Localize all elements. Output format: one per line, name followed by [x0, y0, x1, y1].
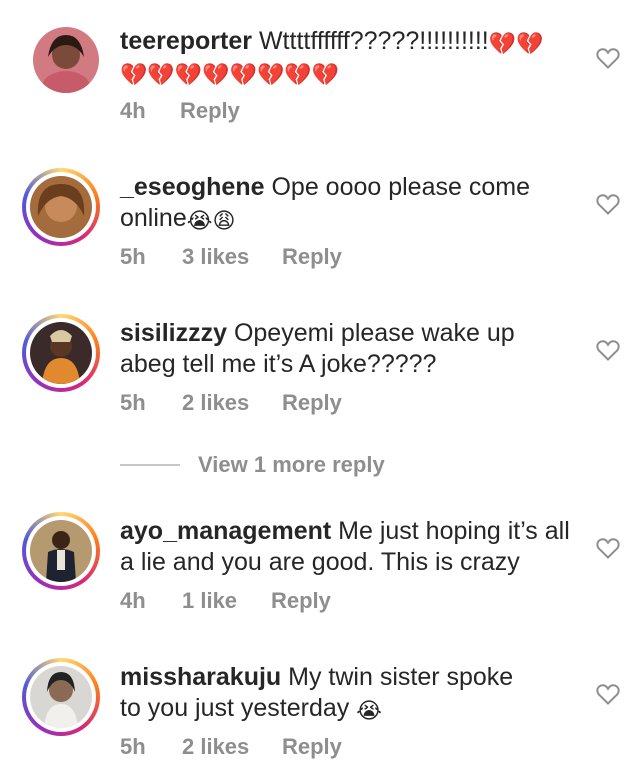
comment-item: teereporter Wttttffffff?????!!!!!!!!!!💔💔…: [0, 0, 628, 140]
avatar-photo: [30, 666, 92, 728]
comment-body: teereporter Wttttffffff?????!!!!!!!!!!💔💔…: [120, 26, 575, 88]
comment-item: ayo_management Me just hoping it’s all a…: [0, 484, 628, 634]
reply-button[interactable]: Reply: [271, 588, 331, 614]
comment-time: 4h: [120, 98, 146, 123]
view-more-replies[interactable]: View 1 more reply: [120, 451, 385, 479]
avatar[interactable]: [22, 168, 100, 246]
avatar-photo: [33, 27, 99, 93]
comment-time: 5h: [120, 390, 146, 415]
comment-time: 4h: [120, 588, 146, 613]
heart-outline-icon[interactable]: [596, 47, 620, 69]
heart-outline-icon[interactable]: [596, 339, 620, 361]
avatar[interactable]: [22, 314, 100, 392]
likes-count[interactable]: 1 like: [182, 588, 271, 614]
divider-line: [120, 464, 180, 466]
comment-meta: 4h Reply: [120, 98, 240, 124]
comment-username[interactable]: sisilizzzy: [120, 319, 227, 347]
comment-time: 5h: [120, 734, 146, 759]
comment-username[interactable]: ayo_management: [120, 517, 331, 545]
comment-text: Wttttffffff?????!!!!!!!!!!: [258, 27, 489, 55]
comment-item: sisilizzzy Opeyemi please wake up abeg t…: [0, 286, 628, 436]
avatar[interactable]: [22, 512, 100, 590]
avatar-photo: [30, 520, 92, 582]
comment-item: _eseoghene Ope oooo please come online😭😩…: [0, 140, 628, 280]
avatar[interactable]: [33, 27, 99, 93]
likes-count[interactable]: 2 likes: [182, 390, 282, 416]
comment-time: 5h: [120, 244, 146, 269]
comment-meta: 5h 2 likes Reply: [120, 734, 342, 760]
avatar-photo: [30, 176, 92, 238]
reply-button[interactable]: Reply: [282, 390, 342, 416]
likes-count[interactable]: 2 likes: [182, 734, 282, 760]
comment-username[interactable]: missharakuju: [120, 663, 281, 691]
comment-username[interactable]: _eseoghene: [120, 173, 265, 201]
comment-meta: 5h 2 likes Reply: [120, 390, 342, 416]
comment-meta: 4h 1 like Reply: [120, 588, 331, 614]
comment-meta: 5h 3 likes Reply: [120, 244, 342, 270]
reply-button[interactable]: Reply: [282, 734, 342, 760]
crying-emoji: 😭: [356, 698, 382, 723]
broken-heart-emoji: 💔💔: [488, 31, 544, 56]
heart-outline-icon[interactable]: [596, 683, 620, 705]
reply-button[interactable]: Reply: [282, 244, 342, 270]
comment-body: _eseoghene Ope oooo please come online😭😩: [120, 172, 540, 234]
comment-body: ayo_management Me just hoping it’s all a…: [120, 516, 580, 578]
reply-button[interactable]: Reply: [180, 98, 240, 124]
avatar-photo: [30, 322, 92, 384]
heart-outline-icon[interactable]: [596, 193, 620, 215]
crying-emoji: 😭😩: [186, 208, 236, 233]
comment-username[interactable]: teereporter: [120, 27, 252, 55]
heart-outline-icon[interactable]: [596, 537, 620, 559]
broken-heart-emoji: 💔💔💔💔💔💔💔💔: [120, 62, 340, 87]
avatar[interactable]: [22, 658, 100, 736]
likes-count[interactable]: 3 likes: [182, 244, 282, 270]
view-more-replies-label[interactable]: View 1 more reply: [198, 452, 385, 478]
comment-item: missharakuju My twin sister spoke to you…: [0, 630, 628, 781]
comment-body: missharakuju My twin sister spoke to you…: [120, 662, 540, 724]
comment-body: sisilizzzy Opeyemi please wake up abeg t…: [120, 318, 540, 380]
